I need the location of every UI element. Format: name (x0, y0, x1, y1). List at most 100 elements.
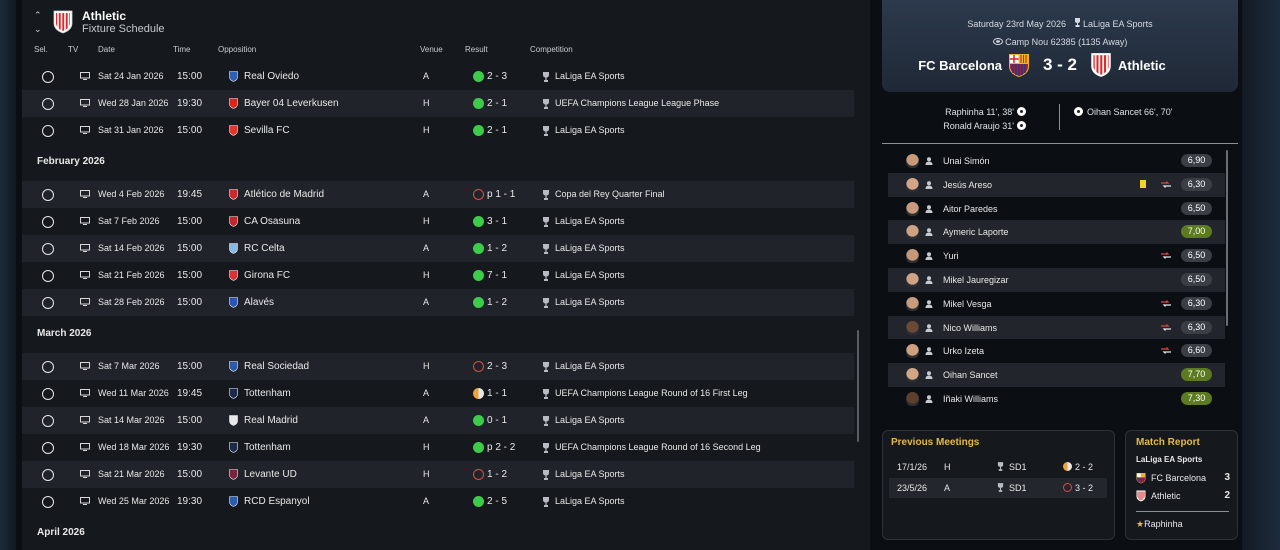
fixture-row[interactable]: Wed 11 Mar 2026 19:45 Tottenham A 1 - 1 UEFA … (22, 380, 854, 407)
select-radio[interactable] (42, 442, 54, 454)
report-away-team[interactable]: Athletic (1151, 491, 1181, 501)
fixture-result[interactable]: 0 - 1 (487, 415, 507, 426)
fixture-competition[interactable]: LaLiga EA Sports (555, 243, 625, 253)
match-report-title[interactable]: Match Report (1136, 437, 1200, 448)
select-radio[interactable] (42, 270, 54, 282)
away-team-name[interactable]: Athletic (1118, 58, 1166, 73)
fixture-row[interactable]: Sat 14 Mar 2026 15:00 Real Madrid A 0 - 1 LaL… (22, 407, 854, 434)
player-name[interactable]: Aymeric Laporte (943, 227, 1008, 237)
player-name[interactable]: Mikel Jauregizar (943, 275, 1009, 285)
select-radio[interactable] (42, 98, 54, 110)
fixture-opponent[interactable]: RCD Espanyol (244, 496, 310, 507)
select-radio[interactable] (42, 125, 54, 137)
fixture-result[interactable]: 2 - 1 (487, 125, 507, 136)
fixture-competition[interactable]: LaLiga EA Sports (555, 125, 625, 135)
match-competition[interactable]: LaLiga EA Sports (1083, 19, 1153, 29)
player-name[interactable]: Jesús Areso (943, 180, 992, 190)
fixture-row[interactable]: Sat 28 Feb 2026 15:00 Alavés A 1 - 2 LaLiga E… (22, 289, 854, 316)
player-row[interactable]: Aitor Paredes 6,50 (888, 197, 1225, 221)
fixture-opponent[interactable]: Atlético de Madrid (244, 189, 324, 200)
meeting-row[interactable]: 23/5/26 A SD1 3 - 2 (889, 478, 1107, 498)
player-row[interactable]: Yuri 6,50 (888, 244, 1225, 268)
player-name[interactable]: Unai Simón (943, 156, 990, 166)
col-date[interactable]: Date (98, 45, 115, 54)
col-venue[interactable]: Venue (420, 45, 443, 54)
fixture-opponent[interactable]: Real Sociedad (244, 361, 309, 372)
player-name[interactable]: Mikel Vesga (943, 299, 992, 309)
fixture-opponent[interactable]: CA Osasuna (244, 216, 300, 227)
fixture-result[interactable]: 2 - 3 (487, 71, 507, 82)
fixture-result[interactable]: 1 - 2 (487, 243, 507, 254)
fixture-competition[interactable]: LaLiga EA Sports (555, 361, 625, 371)
player-row[interactable]: Iñaki Williams 7,30 (888, 387, 1225, 411)
fixture-row[interactable]: Sat 21 Feb 2026 15:00 Girona FC H 7 - 1 LaLig… (22, 262, 854, 289)
player-row[interactable]: Oihan Sancet 7,70 (888, 363, 1225, 387)
fixture-result[interactable]: p 1 - 1 (487, 189, 515, 200)
select-radio[interactable] (42, 361, 54, 373)
fixture-competition[interactable]: LaLiga EA Sports (555, 71, 625, 81)
select-radio[interactable] (42, 297, 54, 309)
player-row[interactable]: Urko Izeta 6,60 (888, 339, 1225, 363)
fixture-row[interactable]: Sat 31 Jan 2026 15:00 Sevilla FC H 2 - 1 LaLi… (22, 117, 854, 144)
select-radio[interactable] (42, 243, 54, 255)
fixture-result[interactable]: 1 - 2 (487, 469, 507, 480)
fixture-result[interactable]: p 2 - 2 (487, 442, 515, 453)
fixture-opponent[interactable]: Real Oviedo (244, 71, 299, 82)
select-radio[interactable] (42, 496, 54, 508)
fixture-opponent[interactable]: Alavés (244, 297, 274, 308)
select-radio[interactable] (42, 469, 54, 481)
player-of-match[interactable]: ★Raphinha (1136, 519, 1183, 530)
col-result[interactable]: Result (465, 45, 488, 54)
fixture-row[interactable]: Sat 7 Mar 2026 15:00 Real Sociedad H 2 - 3 La… (22, 353, 854, 380)
fixture-row[interactable]: Sat 14 Feb 2026 15:00 RC Celta A 1 - 2 LaLiga… (22, 235, 854, 262)
fixture-row[interactable]: Wed 28 Jan 2026 19:30 Bayer 04 Leverkusen H… (22, 90, 854, 117)
player-name[interactable]: Iñaki Williams (943, 394, 998, 404)
player-name[interactable]: Urko Izeta (943, 346, 984, 356)
player-row[interactable]: Mikel Jauregizar 6,50 (888, 267, 1225, 292)
chevron-up-icon[interactable]: ⌃ (34, 11, 42, 20)
player-row[interactable]: Jesús Areso 6,30 (888, 172, 1225, 197)
home-scorer[interactable]: Ronald Araujo 31' (943, 121, 1014, 131)
player-name[interactable]: Oihan Sancet (943, 370, 998, 380)
select-radio[interactable] (42, 415, 54, 427)
col-sel[interactable]: Sel. (34, 45, 48, 54)
match-report-panel[interactable]: Match Report LaLiga EA Sports FC Barcelo… (1125, 430, 1238, 540)
fixture-result[interactable]: 2 - 5 (487, 496, 507, 507)
player-row[interactable]: Mikel Vesga 6,30 (888, 292, 1225, 316)
fixture-result[interactable]: 7 - 1 (487, 270, 507, 281)
fixture-result[interactable]: 1 - 1 (487, 388, 507, 399)
fixture-scrollbar[interactable] (857, 330, 859, 442)
away-scorer[interactable]: Oihan Sancet 66', 70' (1087, 107, 1173, 117)
fixture-opponent[interactable]: RC Celta (244, 243, 285, 254)
player-list-scrollbar[interactable] (1226, 150, 1228, 326)
chevron-down-icon[interactable]: ⌄ (34, 25, 42, 34)
home-scorer[interactable]: Raphinha 11', 38' (945, 107, 1014, 117)
fixture-row[interactable]: Sat 7 Feb 2026 15:00 CA Osasuna H 3 - 1 LaLig… (22, 208, 854, 235)
stadium-name[interactable]: Camp Nou (1005, 37, 1048, 47)
col-competition[interactable]: Competition (530, 45, 573, 54)
player-row[interactable]: Unai Simón 6,90 (888, 149, 1225, 173)
select-radio[interactable] (42, 216, 54, 228)
fixture-competition[interactable]: LaLiga EA Sports (555, 415, 625, 425)
fixture-row[interactable]: Sat 21 Mar 2026 15:00 Levante UD H 1 - 2 LaLi… (22, 461, 854, 488)
fixture-opponent[interactable]: Levante UD (244, 469, 297, 480)
fixture-result[interactable]: 1 - 2 (487, 297, 507, 308)
select-radio[interactable] (42, 189, 54, 201)
fixture-opponent[interactable]: Sevilla FC (244, 125, 290, 136)
player-row[interactable]: Aymeric Laporte 7,00 (888, 220, 1225, 245)
fixture-opponent[interactable]: Tottenham (244, 442, 291, 453)
col-time[interactable]: Time (173, 45, 190, 54)
fixture-competition[interactable]: UEFA Champions League League Phase (555, 98, 719, 108)
player-name[interactable]: Nico Williams (943, 323, 997, 333)
col-tv[interactable]: TV (68, 45, 78, 54)
select-radio[interactable] (42, 71, 54, 83)
fixture-competition[interactable]: LaLiga EA Sports (555, 469, 625, 479)
report-home-team[interactable]: FC Barcelona (1151, 473, 1206, 483)
player-row[interactable]: Nico Williams 6,30 (888, 315, 1225, 340)
meeting-row[interactable]: 17/1/26 H SD1 2 - 2 (889, 457, 1107, 477)
player-name[interactable]: Aitor Paredes (943, 204, 998, 214)
fixture-row[interactable]: Sat 24 Jan 2026 15:00 Real Oviedo A 2 - 3 LaL… (22, 63, 854, 90)
player-name[interactable]: Yuri (943, 251, 959, 261)
fixture-result[interactable]: 2 - 3 (487, 361, 507, 372)
fixture-competition[interactable]: LaLiga EA Sports (555, 216, 625, 226)
